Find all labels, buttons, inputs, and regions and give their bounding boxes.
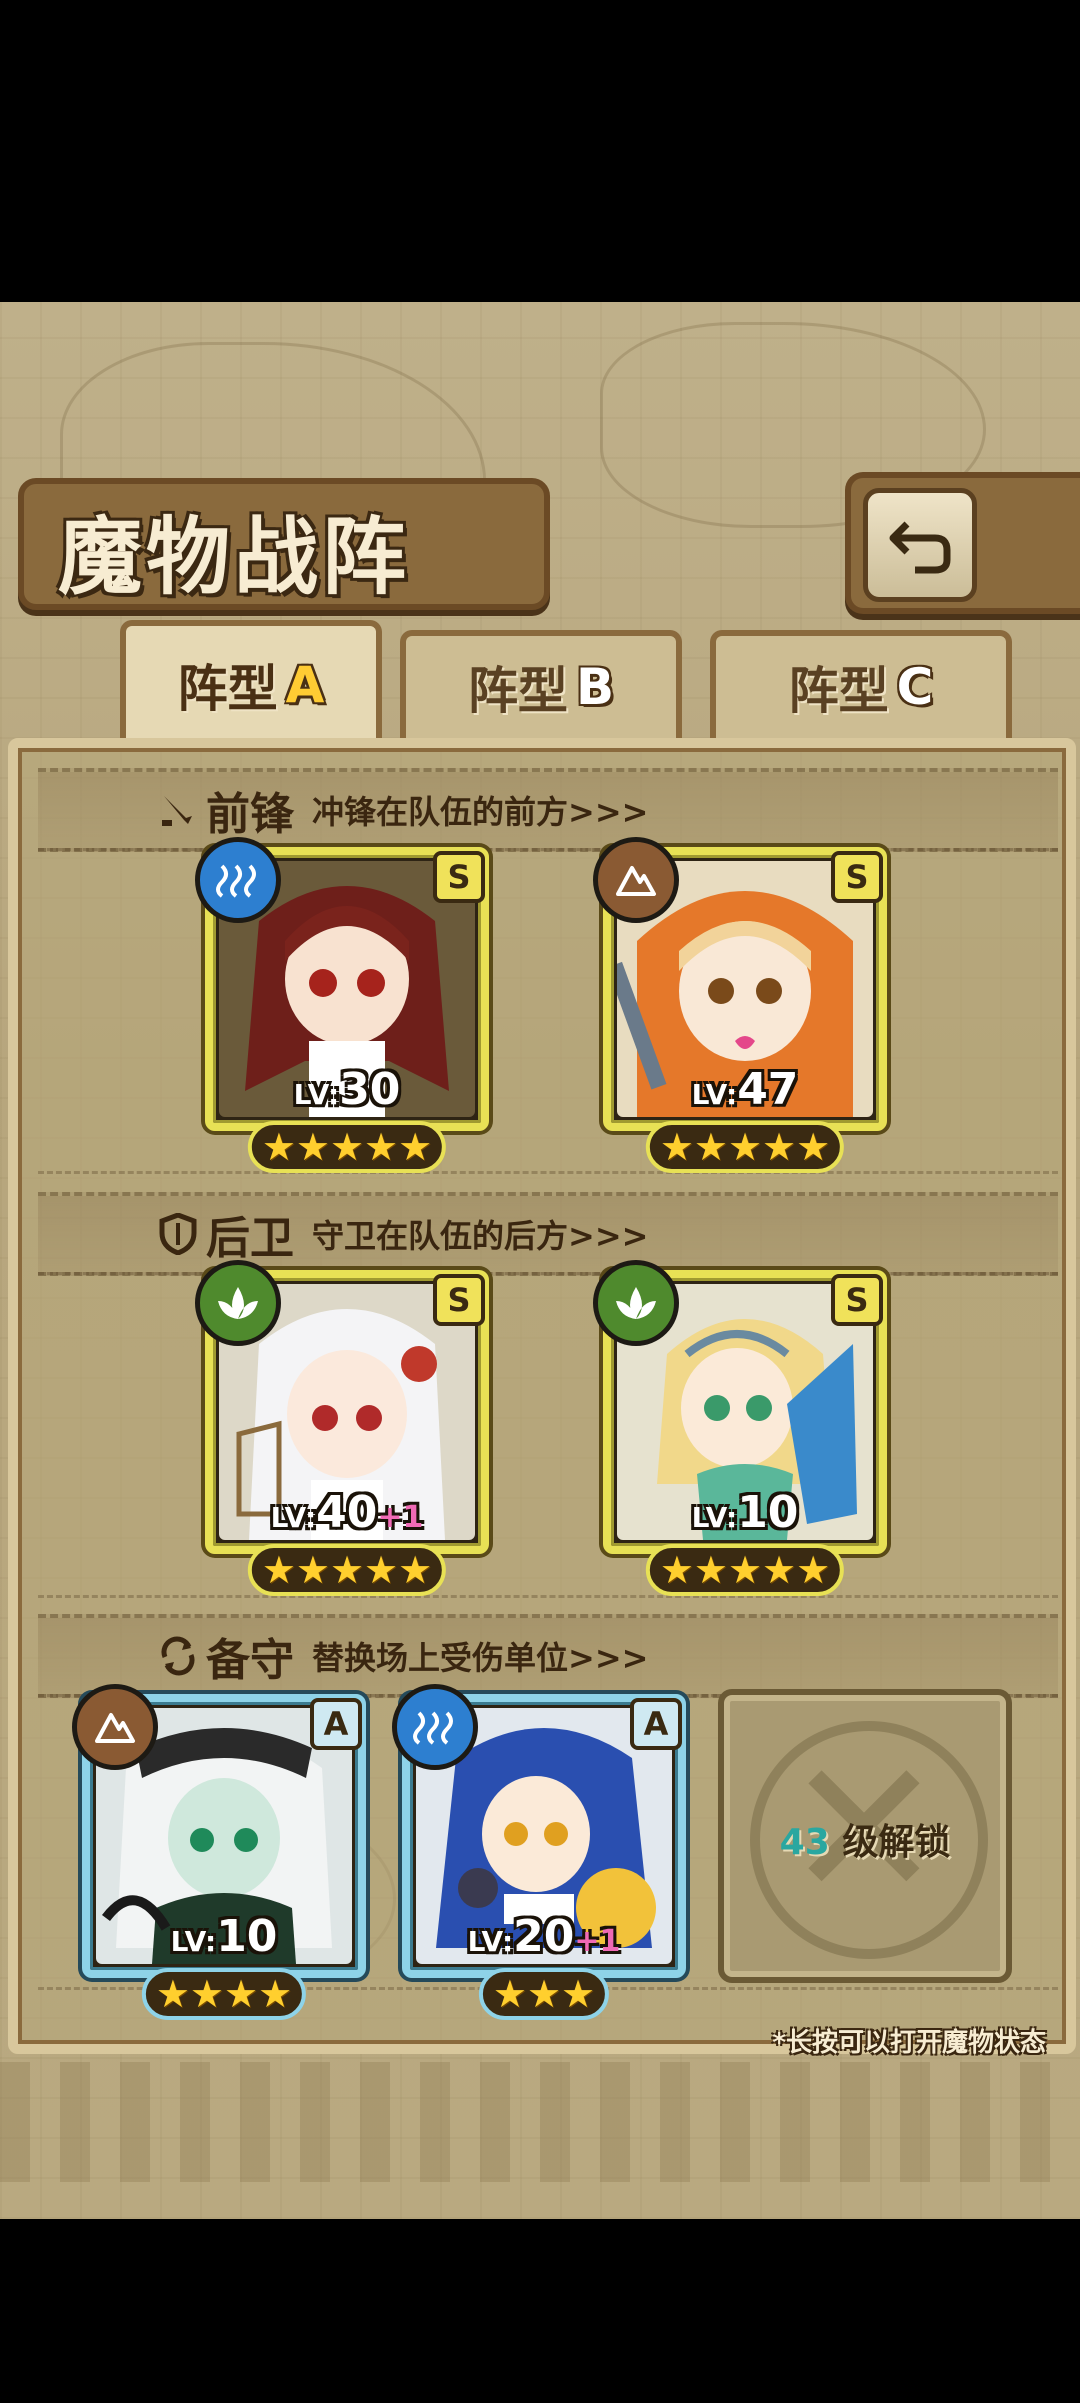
unit-level: LV:40+1 [270, 1487, 424, 1538]
rank-badge: S [433, 851, 485, 903]
unlock-requirement: 43 级解锁 [779, 1822, 951, 1863]
unit-level: LV:10 [170, 1911, 278, 1962]
star-rating: ★★★★★ [247, 1121, 447, 1173]
water-element-icon [392, 1684, 478, 1770]
back-button-frame [845, 472, 1080, 614]
tab-label: 阵型 [177, 660, 278, 718]
section-description: 替换场上受伤单位>>> [312, 1639, 649, 1677]
formation-tabs: 阵型 A 阵型 B 阵型 C [20, 620, 1060, 744]
section-title: 前锋 [206, 789, 294, 840]
earth-element-icon [593, 837, 679, 923]
rank-badge: A [630, 1698, 682, 1750]
unit-card-front-1[interactable]: S LV:30 ★★★★★ [195, 837, 489, 1173]
tab-letter: A [285, 656, 325, 714]
tab-letter: C [896, 658, 934, 716]
rear-section-header: 后卫 守卫在队伍的后方>>> [38, 1192, 1058, 1276]
unit-card-reserve-2[interactable]: A LV:20+1 ★★★ [392, 1684, 686, 2020]
earth-element-icon [72, 1684, 158, 1770]
star-rating: ★★★★★ [645, 1121, 845, 1173]
unit-card-rear-1[interactable]: S LV:40+1 ★★★★★ [195, 1260, 489, 1596]
page-title: 魔物战阵 [58, 507, 411, 606]
unit-card-reserve-1[interactable]: A LV:10 ★★★★ [72, 1684, 366, 2020]
unit-level: LV:47 [691, 1064, 799, 1115]
sword-icon [156, 788, 200, 832]
reserve-section-header: 备守 替换场上受伤单位>>> [38, 1614, 1058, 1698]
leaf-element-icon [195, 1260, 281, 1346]
tab-formation-a[interactable]: 阵型 A [120, 620, 382, 744]
unit-level: LV:10 [691, 1487, 799, 1538]
game-screen: 魔物战阵 阵型 A 阵型 B 阵型 C 前锋 冲锋在队伍的前方>>> 后卫 守卫… [0, 302, 1080, 2219]
rank-badge: S [831, 851, 883, 903]
rear-row [38, 1272, 1058, 1598]
unit-card-front-2[interactable]: S LV:47 ★★★★★ [593, 837, 887, 1173]
title-banner: 魔物战阵 [18, 478, 550, 610]
tab-label: 阵型 [788, 662, 889, 720]
swap-icon [156, 1634, 200, 1678]
front-row [38, 848, 1058, 1174]
rank-badge: S [433, 1274, 485, 1326]
star-rating: ★★★★★ [645, 1544, 845, 1596]
bottom-decoration [0, 2062, 1080, 2182]
front-section-header: 前锋 冲锋在队伍的前方>>> [38, 768, 1058, 852]
star-rating: ★★★★★ [247, 1544, 447, 1596]
long-press-hint: *长按可以打开魔物状态 [772, 2028, 1046, 2058]
locked-slot[interactable]: ✕ 43 级解锁 [718, 1689, 1012, 1983]
back-button[interactable] [863, 488, 977, 602]
section-description: 守卫在队伍的后方>>> [312, 1217, 649, 1255]
return-arrow-icon [889, 521, 951, 574]
star-rating: ★★★★ [141, 1968, 307, 2020]
leaf-element-icon [593, 1260, 679, 1346]
water-element-icon [195, 837, 281, 923]
tab-formation-b[interactable]: 阵型 B [400, 630, 682, 738]
unit-card-rear-2[interactable]: S LV:10 ★★★★★ [593, 1260, 887, 1596]
rank-badge: S [831, 1274, 883, 1326]
section-title: 备守 [206, 1635, 294, 1686]
star-rating: ★★★ [478, 1968, 610, 2020]
tab-letter: B [575, 658, 615, 716]
tab-formation-c[interactable]: 阵型 C [710, 630, 1012, 738]
rank-badge: A [310, 1698, 362, 1750]
unit-level: LV:30 [293, 1064, 401, 1115]
section-title: 后卫 [206, 1213, 294, 1264]
tab-label: 阵型 [467, 662, 568, 720]
unit-level: LV:20+1 [467, 1911, 621, 1962]
section-description: 冲锋在队伍的前方>>> [312, 793, 649, 831]
shield-icon [156, 1212, 200, 1256]
